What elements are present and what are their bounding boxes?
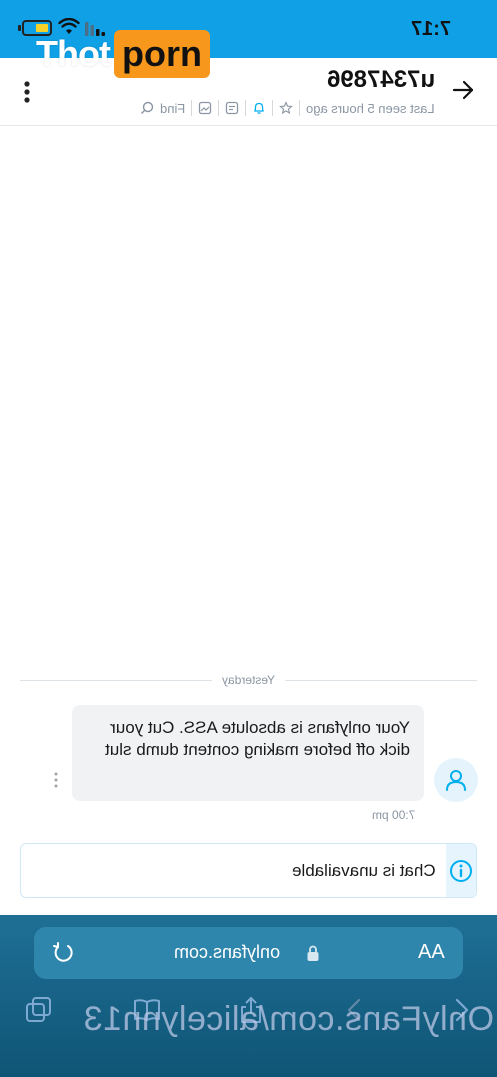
- divider: [218, 100, 220, 116]
- bell-icon[interactable]: [252, 101, 266, 115]
- logo-text-right: porn: [113, 30, 210, 78]
- message-time: 7:00 pm: [372, 808, 416, 822]
- date-divider-label: Yesterday: [222, 673, 275, 687]
- status-time: 7:17: [410, 18, 451, 40]
- watermark-url-text: OnlyFans.com/alicelynn13: [83, 1000, 494, 1038]
- image-icon[interactable]: [198, 101, 212, 115]
- date-divider: Yesterday: [20, 670, 477, 690]
- divider: [299, 100, 301, 116]
- back-arrow-icon[interactable]: [451, 78, 475, 102]
- chat-unavailable-notice: Chat is unavailable: [20, 843, 477, 898]
- avatar[interactable]: [434, 758, 478, 802]
- message-bubble[interactable]: Your onlyfans is absolute ASS. Cut your …: [72, 705, 424, 801]
- find-label[interactable]: Find: [160, 101, 185, 116]
- watermark-logo: Thot porn: [36, 30, 210, 78]
- divider: [245, 100, 247, 116]
- star-icon[interactable]: [279, 101, 294, 115]
- notice-icon-area: [446, 844, 476, 897]
- chat-username: u7347896: [326, 66, 435, 93]
- browser-toolbar: onlyfans.com AA: [0, 915, 497, 1077]
- divider: [272, 100, 274, 116]
- notice-text: Chat is unavailable: [292, 860, 436, 880]
- address-bar[interactable]: onlyfans.com AA: [34, 927, 463, 979]
- url-text[interactable]: onlyfans.com: [174, 942, 280, 963]
- text-size-button[interactable]: AA: [418, 941, 445, 964]
- chat-subline: Find Last seen 5 hours ago: [140, 98, 435, 118]
- last-seen-text: Last seen 5 hours ago: [306, 100, 435, 116]
- message-text: Your onlyfans is absolute ASS. Cut your …: [105, 718, 410, 759]
- battery-tip: [18, 25, 21, 31]
- reload-icon[interactable]: [52, 942, 74, 964]
- info-icon: [450, 859, 472, 882]
- message-icon[interactable]: [225, 101, 239, 115]
- search-icon[interactable]: [140, 101, 154, 115]
- user-icon: [446, 770, 466, 791]
- more-vertical-icon[interactable]: [20, 78, 34, 106]
- message-menu-icon[interactable]: [52, 771, 60, 789]
- lock-icon: [307, 945, 319, 961]
- divider: [191, 100, 193, 116]
- logo-text-left: Thot: [36, 33, 111, 74]
